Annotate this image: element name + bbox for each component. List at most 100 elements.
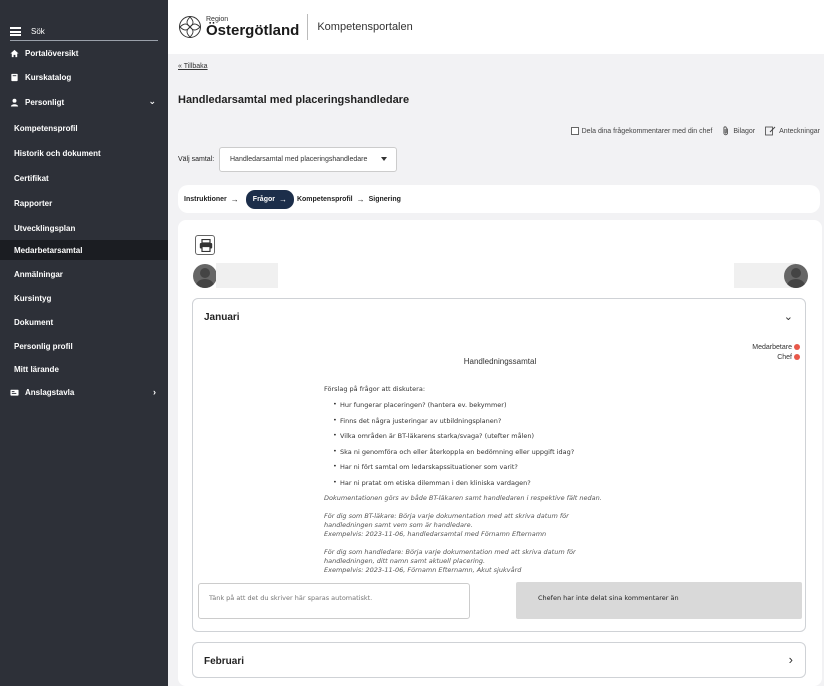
step-kompetensprofil[interactable]: Kompetensprofil: [297, 196, 353, 203]
edit-note-icon: [765, 126, 776, 136]
chevron-right-icon[interactable]: ›: [789, 652, 793, 667]
conversation-select-value: Handledarsamtal med placeringshandledare: [230, 156, 368, 163]
accordion-februari[interactable]: Februari ›: [192, 642, 806, 678]
list-item: Finns det några justeringar av utbildnin…: [333, 416, 744, 425]
book-icon: [11, 73, 18, 81]
sidebar-item-personlig-profil[interactable]: Personlig profil: [0, 336, 168, 356]
sidebar-item-medarbetarsamtal[interactable]: Medarbetarsamtal: [0, 240, 168, 260]
main-content: « Tillbaka Handledarsamtal med placering…: [168, 54, 824, 686]
bt-instruction-line: För dig som BT-läkare: Börja varje dokum…: [324, 512, 569, 520]
question-block: Förslag på frågor att diskutera: Hur fun…: [324, 385, 744, 575]
step-label: Signering: [368, 195, 401, 203]
portal-name: Kompetensportalen: [317, 21, 413, 33]
sidebar-item-personligt[interactable]: Personligt ⌄: [0, 92, 168, 112]
checkbox-box[interactable]: [570, 127, 579, 135]
sidebar-item-label: Rapporter: [14, 198, 53, 208]
printer-icon: [199, 239, 213, 252]
home-icon: [10, 49, 19, 57]
sidebar-item-label: Anslagstavla: [25, 387, 75, 397]
arrow-right-icon: →: [230, 194, 239, 204]
bt-instruction-line: Exempelvis: 2023-11-06, handledarsamtal …: [324, 530, 547, 538]
logo-name-text: Östergötland: [206, 22, 300, 39]
sidebar-item-label: Kompetensprofil: [14, 123, 78, 133]
attachments-button[interactable]: Bilagor: [722, 126, 755, 136]
sidebar-item-label: Kurskatalog: [25, 72, 72, 82]
toolbar: Dela dina frågekommentarer med din chef …: [561, 126, 820, 136]
sidebar-item-label: Portalöversikt: [25, 48, 79, 58]
supervisor-instruction-line: För dig som handledare: Börja varje doku…: [324, 548, 576, 556]
sidebar-item-dokument[interactable]: Dokument: [0, 312, 168, 332]
page-title: Handledarsamtal med placeringshandledare: [178, 94, 410, 106]
sidebar-search: [10, 23, 158, 41]
step-navigation: Instruktioner → Frågor → Kompetensprofil …: [178, 185, 820, 213]
sidebar-item-historik[interactable]: Historik och dokument: [0, 143, 168, 163]
step-fragor[interactable]: Frågor →: [245, 189, 294, 209]
accordion-title[interactable]: Januari: [204, 312, 240, 323]
region-logo[interactable]: Region Östergötland Kompetensportalen: [178, 14, 413, 40]
accordion-title[interactable]: Februari: [204, 656, 244, 667]
sidebar-item-anslagstavla[interactable]: Anslagstavla ›: [0, 382, 168, 402]
sidebar: Portalöversikt Kurskatalog Personligt ⌄ …: [0, 0, 168, 686]
search-input[interactable]: [31, 27, 141, 36]
hamburger-menu-icon[interactable]: [10, 27, 21, 36]
share-comments-checkbox[interactable]: Dela dina frågekommentarer med din chef: [570, 127, 713, 135]
sidebar-item-label: Anmälningar: [14, 269, 63, 279]
form-title: Handledningssamtal: [463, 357, 537, 366]
print-button[interactable]: [195, 235, 215, 255]
employee-avatar: [193, 264, 217, 288]
step-label: Frågor: [252, 195, 275, 203]
paperclip-icon: [723, 126, 729, 136]
sidebar-item-kursintyg[interactable]: Kursintyg: [0, 288, 168, 308]
accordion-januari: Januari ⌄ Medarbetare Chef Handledningss…: [192, 298, 806, 632]
notes-button[interactable]: Anteckningar: [765, 126, 820, 136]
bt-instruction-line: handledningen samt vem som är handledare…: [324, 521, 473, 529]
question-list: Hur fungerar placeringen? (hantera ev. b…: [324, 400, 744, 487]
list-item: Vilka områden är BT-läkarens starka/svag…: [333, 431, 744, 440]
caret-down-icon: [381, 157, 387, 161]
sidebar-item-portaloversikt[interactable]: Portalöversikt: [0, 43, 168, 63]
list-item: Har ni fört samtal om ledarskapssituatio…: [333, 462, 744, 471]
user-icon: [10, 98, 19, 107]
chevron-down-icon[interactable]: ⌄: [784, 310, 793, 323]
step-signering[interactable]: Signering: [369, 196, 401, 203]
legend-employee: Medarbetare: [752, 343, 800, 353]
sidebar-item-certifikat[interactable]: Certifikat: [0, 168, 168, 188]
employee-name-redacted: [216, 263, 278, 288]
comment-input[interactable]: [198, 583, 470, 619]
sidebar-item-label: Certifikat: [14, 173, 49, 183]
supervisor-instruction-line: Exempelvis: 2023-11-06, Förnamn Efternam…: [324, 566, 522, 574]
sidebar-item-label: Utvecklingsplan: [14, 223, 76, 233]
sidebar-item-label: Medarbetarsamtal: [14, 245, 83, 255]
manager-avatar: [784, 264, 808, 288]
step-instruktioner[interactable]: Instruktioner: [184, 196, 227, 203]
logo-divider: [307, 14, 309, 40]
sidebar-item-label: Dokument: [14, 317, 54, 327]
notes-label: Anteckningar: [779, 127, 820, 135]
attachments-label: Bilagor: [733, 127, 756, 135]
chevron-right-icon: ›: [153, 387, 156, 397]
sidebar-item-utvecklingsplan[interactable]: Utvecklingsplan: [0, 218, 168, 238]
sidebar-item-kurskatalog[interactable]: Kurskatalog: [0, 67, 168, 87]
step-label: Instruktioner: [184, 195, 227, 203]
sidebar-item-anmalningar[interactable]: Anmälningar: [0, 264, 168, 284]
sidebar-item-label: Personlig profil: [14, 341, 73, 351]
top-header: Region Östergötland Kompetensportalen: [168, 0, 824, 54]
share-comments-label: Dela dina frågekommentarer med din chef: [581, 127, 713, 135]
questions-panel: Januari ⌄ Medarbetare Chef Handledningss…: [178, 220, 822, 686]
chevron-down-icon: ⌄: [148, 96, 156, 106]
list-item: Ska ni genomföra och eller återkoppla en…: [333, 447, 744, 456]
supervisor-instruction: För dig som handledare: Börja varje doku…: [324, 548, 744, 575]
back-link[interactable]: « Tillbaka: [178, 63, 208, 70]
conversation-select[interactable]: Handledarsamtal med placeringshandledare: [219, 147, 397, 172]
sidebar-item-label: Mitt lärande: [14, 364, 59, 374]
status-dot-icon: [794, 344, 800, 350]
supervisor-instruction-line: handledningen, ditt namn samt aktuell pl…: [324, 557, 486, 565]
legend-employee-label: Medarbetare: [752, 344, 792, 351]
manager-comment-status: Chefen har inte delat sina kommentarer ä…: [516, 582, 802, 619]
sidebar-item-mitt-larande[interactable]: Mitt lärande: [0, 359, 168, 379]
list-item: Hur fungerar placeringen? (hantera ev. b…: [333, 400, 744, 409]
sidebar-item-rapporter[interactable]: Rapporter: [0, 193, 168, 213]
sidebar-item-kompetensprofil[interactable]: Kompetensprofil: [0, 118, 168, 138]
list-item: Har ni pratat om etiska dilemman i den k…: [333, 478, 744, 487]
sidebar-item-label: Personligt: [25, 97, 65, 107]
